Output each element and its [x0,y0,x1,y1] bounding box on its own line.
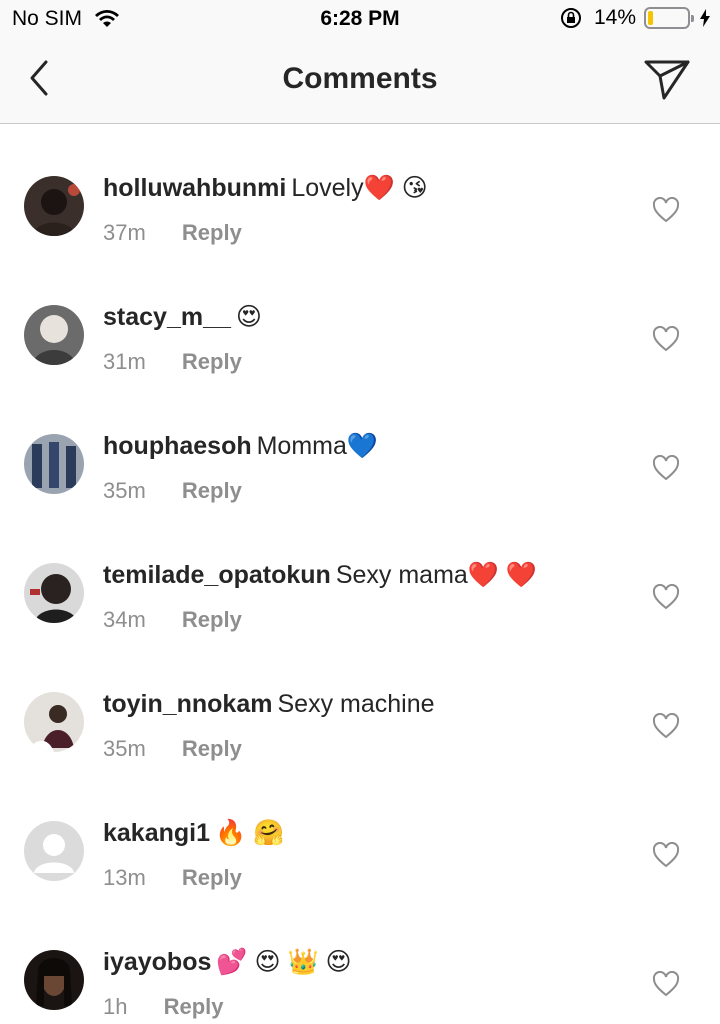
comment-row: temilade_opatokun Sexy mama❤️ ❤️ 34m Repl… [0,512,720,641]
comment-time: 13m [103,865,146,890]
comment-time: 35m [103,736,146,761]
comment-time: 31m [103,349,146,374]
battery-icon [644,7,694,29]
comment-row: houphaesoh Momma💙 35m Reply [0,383,720,512]
comment-time: 35m [103,478,146,503]
heart-icon[interactable] [652,584,680,610]
reply-button[interactable]: Reply [182,607,242,633]
comment-username[interactable]: iyayobos [103,948,211,976]
avatar[interactable] [24,692,84,752]
comment-text: Lovely❤️ 😘 [291,174,428,202]
comment-username[interactable]: temilade_opatokun [103,561,331,589]
reply-button[interactable]: Reply [182,478,242,504]
comment-text: Sexy mama❤️ ❤️ [335,561,538,589]
comment-username[interactable]: toyin_nnokam [103,690,272,718]
battery-percent: 14% [593,6,636,29]
heart-icon[interactable] [652,326,680,352]
avatar[interactable] [24,563,84,623]
direct-send-icon[interactable] [642,54,692,104]
orientation-lock-icon [560,8,581,28]
reply-button[interactable]: Reply [182,349,242,375]
avatar[interactable] [24,305,84,365]
reply-button[interactable]: Reply [182,220,242,246]
comment-username[interactable]: kakangi1 [103,819,210,847]
avatar[interactable] [24,176,84,236]
comment-row: stacy_m__ 😍 31m Reply [0,254,720,383]
heart-icon[interactable] [652,842,680,868]
heart-icon[interactable] [652,197,680,223]
default-avatar-icon[interactable] [24,821,84,881]
comment-text: 💕 😍 👑 😍 [216,948,352,976]
avatar[interactable] [24,434,84,494]
comment-time: 1h [103,994,128,1019]
heart-icon[interactable] [652,713,680,739]
comment-row: toyin_nnokam Sexy machine 35m Reply [0,641,720,770]
comment-text: 😍 [235,303,262,331]
nav-bar: Comments [0,40,720,124]
page-title: Comments [282,62,438,95]
comment-list: holluwahbunmi Lovely❤️ 😘 37m Reply stacy_… [0,125,720,1024]
reply-button[interactable]: Reply [182,736,242,762]
heart-icon[interactable] [652,971,680,997]
comment-time: 37m [103,220,146,245]
comment-text: Sexy machine [277,690,435,718]
charging-bolt-icon [700,9,710,27]
reply-button[interactable]: Reply [164,994,224,1020]
comment-row: iyayobos 💕 😍 👑 😍 1h Reply [0,899,720,1024]
reply-button[interactable]: Reply [182,865,242,891]
comment-username[interactable]: houphaesoh [103,432,252,460]
heart-icon[interactable] [652,455,680,481]
status-bar: No SIM 6:28 PM 14% [0,0,720,40]
avatar[interactable] [24,950,84,1010]
comment-row: holluwahbunmi Lovely❤️ 😘 37m Reply [0,125,720,254]
comment-text: 🔥 🤗 [215,819,285,847]
comment-username[interactable]: stacy_m__ [103,303,231,331]
comment-text: Momma💙 [256,432,379,460]
comment-time: 34m [103,607,146,632]
comment-row: kakangi1 🔥 🤗 13m Reply [0,770,720,899]
comment-username[interactable]: holluwahbunmi [103,174,286,202]
